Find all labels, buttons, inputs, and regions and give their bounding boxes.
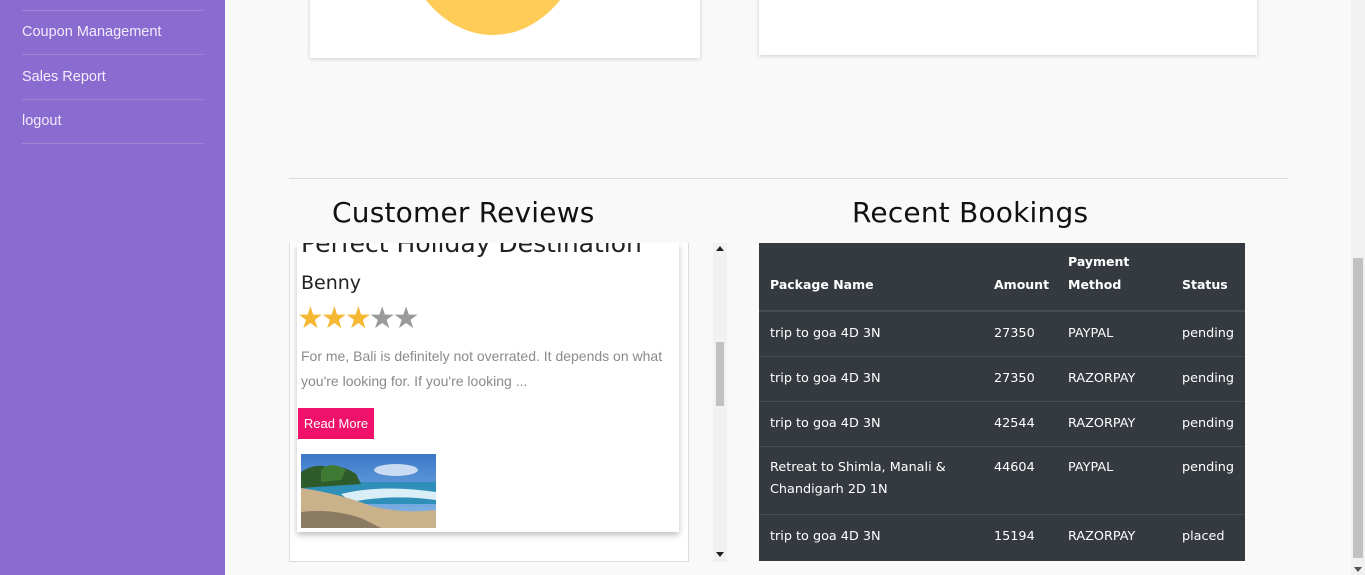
sidebar: Coupon Management Sales Report logout: [0, 0, 225, 575]
table-row: trip to goa 4D 3N 15194 RAZORPAY placed: [759, 513, 1245, 559]
cell-payment-method: RAZORPAY: [1057, 400, 1171, 446]
column-header-payment-method-label: Payment Method: [1068, 254, 1130, 292]
star-empty-icon: ★: [392, 301, 420, 336]
cell-status: pending: [1171, 355, 1245, 401]
cell-status: placed: [1171, 513, 1245, 559]
table-row: trip to goa 4D 3N 27350 PAYPAL pending: [759, 310, 1245, 356]
table-header-row: Package Name Amount Payment Method Statu…: [759, 243, 1245, 312]
sidebar-item-coupon-management[interactable]: Coupon Management: [22, 10, 203, 55]
cell-payment-method: PAYPAL: [1057, 310, 1171, 356]
sidebar-item-sales-report[interactable]: Sales Report: [22, 55, 203, 100]
column-header-package-name: Package Name: [759, 243, 983, 312]
cell-status: pending: [1171, 310, 1245, 356]
chart-card: [759, 0, 1257, 55]
sidebar-item-label: Coupon Management: [22, 24, 162, 40]
pie-chart-slice: [398, 0, 588, 35]
cell-amount: 44604: [983, 445, 1057, 514]
read-more-button[interactable]: Read More: [298, 408, 374, 439]
reviews-scrollbar-thumb[interactable]: [716, 342, 724, 406]
cell-amount: 27350: [983, 355, 1057, 401]
page-scrollbar-thumb[interactable]: [1353, 258, 1363, 558]
sidebar-item-label: logout: [22, 113, 62, 129]
cell-payment-method: RAZORPAY: [1057, 513, 1171, 559]
page-scrollbar[interactable]: [1351, 0, 1365, 575]
table-row: trip to goa 4D 3N 27350 RAZORPAY pending: [759, 355, 1245, 401]
reviewer-name: Benny: [301, 272, 362, 294]
review-text: For me, Bali is definitely not overrated…: [301, 348, 663, 389]
scroll-down-arrow-icon[interactable]: [1354, 567, 1362, 572]
cell-amount: 42544: [983, 400, 1057, 446]
review-card: Perfect Holiday Destination Benny ★★★★★ …: [297, 243, 679, 532]
column-header-status: Status: [1171, 243, 1245, 312]
reviews-scrollbar[interactable]: [713, 243, 727, 562]
cell-package-name: trip to goa 4D 3N: [759, 513, 983, 559]
cell-package-name: trip to goa 4D 3N: [759, 310, 983, 356]
column-header-payment-method: Payment Method: [1057, 243, 1171, 312]
star-filled-icon: ★: [297, 301, 324, 336]
star-filled-icon: ★: [320, 301, 348, 336]
bookings-title: Recent Bookings: [852, 196, 1089, 229]
section-divider: [289, 178, 1288, 179]
cell-status: pending: [1171, 400, 1245, 446]
table-row: trip to goa 4D 3N 42544 RAZORPAY pending: [759, 400, 1245, 446]
cell-payment-method: PAYPAL: [1057, 445, 1171, 514]
cell-amount: 27350: [983, 310, 1057, 356]
pie-chart-card: [310, 0, 700, 58]
recent-bookings-table: Package Name Amount Payment Method Statu…: [759, 243, 1245, 561]
cell-package-name: Retreat to Shimla, Manali & Chandigarh 2…: [759, 445, 983, 514]
cell-payment-method: RAZORPAY: [1057, 355, 1171, 401]
table-row: Retreat to Shimla, Manali & Chandigarh 2…: [759, 445, 1245, 514]
star-empty-icon: ★: [368, 301, 396, 336]
cell-amount: 15194: [983, 513, 1057, 559]
review-beach-image: [301, 454, 436, 528]
review-heading: Perfect Holiday Destination: [301, 243, 642, 258]
cell-status: pending: [1171, 445, 1245, 514]
scroll-down-arrow-icon[interactable]: [716, 552, 724, 557]
column-header-amount: Amount: [983, 243, 1057, 312]
cell-package-name: trip to goa 4D 3N: [759, 400, 983, 446]
star-filled-icon: ★: [344, 301, 372, 336]
scroll-up-arrow-icon[interactable]: [716, 246, 724, 251]
sidebar-item-label: Sales Report: [22, 69, 106, 85]
star-rating: ★★★★★: [297, 301, 420, 336]
reviews-title: Customer Reviews: [332, 196, 595, 229]
reviews-scroll-container[interactable]: Perfect Holiday Destination Benny ★★★★★ …: [289, 243, 689, 562]
cell-package-name: trip to goa 4D 3N: [759, 355, 983, 401]
sidebar-item-logout[interactable]: logout: [22, 99, 203, 144]
